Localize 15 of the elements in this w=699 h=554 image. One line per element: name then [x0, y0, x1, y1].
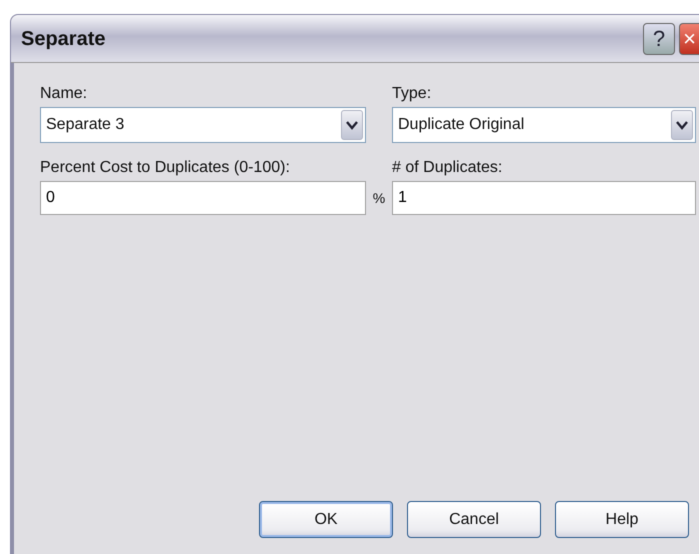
dropdown-field[interactable]: Separate 3 [40, 107, 366, 143]
input-field[interactable]: 1 [392, 181, 696, 215]
help-button[interactable]: ? [643, 22, 675, 54]
input-field[interactable]: 0 [40, 181, 366, 215]
field-label: Type: [392, 84, 432, 99]
field-label: # of Duplicates: [392, 158, 504, 173]
field-label: Percent Cost to Duplicates (0-100): [40, 158, 291, 173]
dialog-button[interactable]: Help [555, 501, 689, 538]
dialog-button[interactable]: OK [259, 501, 393, 538]
close-button[interactable]: × [679, 22, 699, 54]
percent-sign: % [372, 188, 386, 208]
dropdown-field[interactable]: Duplicate Original [392, 107, 696, 143]
window-title: Separate [21, 26, 106, 52]
dialog-button[interactable]: Cancel [407, 501, 541, 538]
field-label: Name: [40, 84, 88, 99]
